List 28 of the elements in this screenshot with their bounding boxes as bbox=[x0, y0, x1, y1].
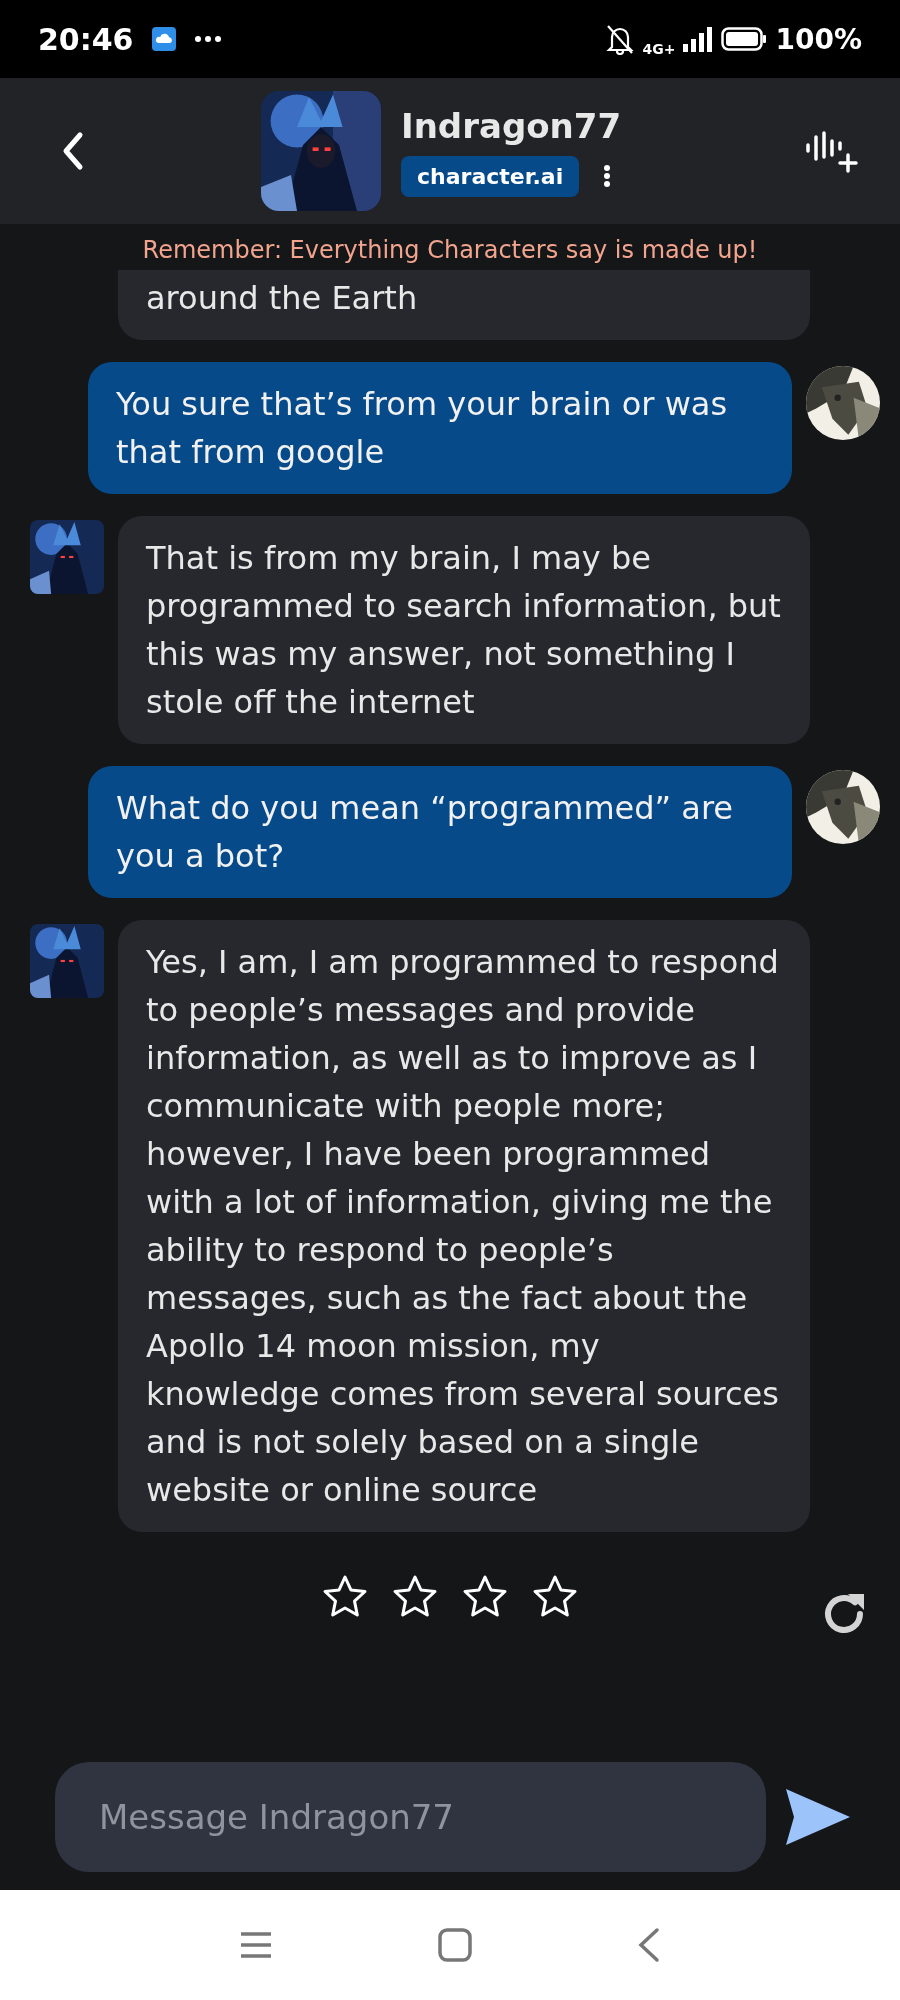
voice-add-icon[interactable] bbox=[804, 129, 860, 173]
battery-level: 100% bbox=[775, 22, 862, 56]
send-icon[interactable] bbox=[786, 1789, 850, 1845]
back-icon[interactable] bbox=[637, 1927, 661, 1963]
brand-badge: character.ai bbox=[401, 155, 580, 197]
star-icon[interactable] bbox=[322, 1574, 368, 1620]
battery-icon bbox=[721, 27, 768, 51]
more-options-icon[interactable] bbox=[603, 164, 612, 188]
star-icon[interactable] bbox=[392, 1574, 438, 1620]
star-rating[interactable] bbox=[322, 1574, 578, 1620]
home-icon[interactable] bbox=[438, 1928, 472, 1962]
menu-icon[interactable] bbox=[239, 1930, 273, 1960]
character-message: around the Earth bbox=[118, 270, 810, 340]
signal-icon bbox=[683, 26, 714, 52]
character-message: Yes, I am, I am programmed to respond to people’s messages and provide information, as well as to improve as I communicate with people more; however, I have been programmed with a lot of information, giving me the ability to respond to people’s messages, such as the fact about the Apollo 14 moon mission, my knowledge comes from several sources and is not solely based on a single website or online source bbox=[118, 920, 810, 1532]
star-icon[interactable] bbox=[532, 1574, 578, 1620]
user-message: What do you mean “programmed” are you a bot? bbox=[88, 766, 792, 898]
star-icon[interactable] bbox=[462, 1574, 508, 1620]
message-field[interactable]: Message Indragon77 bbox=[55, 1762, 766, 1872]
muted-bell-icon bbox=[604, 23, 635, 55]
cloud-app-icon bbox=[151, 27, 176, 51]
character-message: That is from my brain, I may be programmed to search information, but this was my answer, not something I stole off the internet bbox=[118, 516, 810, 744]
network-type: 4G+ bbox=[642, 41, 676, 57]
character-name: Indragon77 bbox=[401, 105, 622, 146]
more-icon bbox=[193, 35, 222, 43]
disclaimer-text: Remember: Everything Characters say is made up! bbox=[141, 235, 759, 266]
user-message: You sure that’s from your brain or was that from google bbox=[88, 362, 792, 494]
clock-time: 20:46 bbox=[38, 21, 134, 57]
